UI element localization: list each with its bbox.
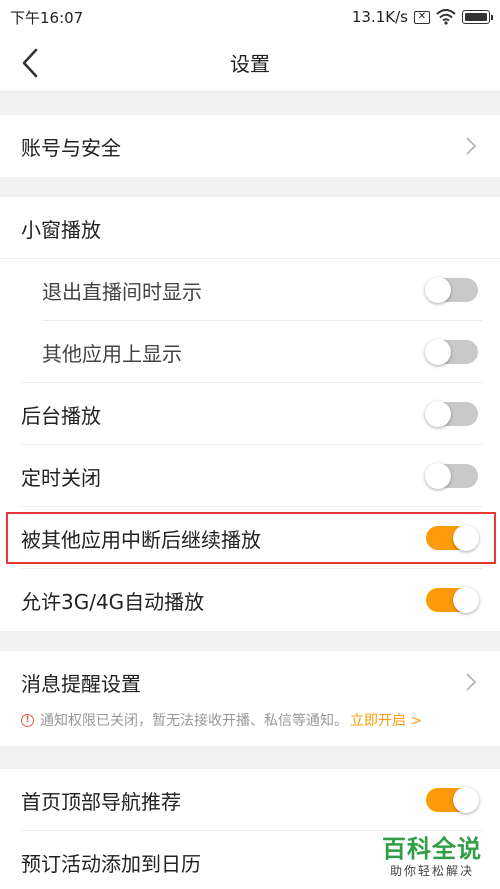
top-nav-recommend-toggle[interactable] xyxy=(426,787,479,813)
notification-settings-item[interactable]: 消息提醒设置 xyxy=(0,651,500,713)
allow-mobile-autoplay-item: 允许3G/4G自动播放 xyxy=(0,569,500,631)
watermark-subtitle: 助你轻松解决 xyxy=(389,864,474,878)
open-now-link[interactable]: 立即开启 > xyxy=(350,710,422,730)
playback-section: 小窗播放 退出直播间时显示 其他应用上显示 后台播放 定时关闭 被其他应用中断后… xyxy=(0,197,500,631)
account-security-label: 账号与安全 xyxy=(21,135,121,160)
background-play-item: 后台播放 xyxy=(0,383,500,445)
status-time: 下午16:07 xyxy=(10,8,84,27)
notice-text: 通知权限已关闭，暂无法接收开播、私信等通知。 xyxy=(40,713,348,729)
exclamation-circle-icon: ! xyxy=(21,713,34,727)
notification-settings-label: 消息提醒设置 xyxy=(21,671,141,696)
resume-after-interrupt-label: 被其他应用中断后继续播放 xyxy=(21,527,261,552)
other-apps-display-toggle[interactable] xyxy=(425,339,478,365)
top-nav-recommend-label: 首页顶部导航推荐 xyxy=(21,789,181,814)
watermark: 百科全说 助你轻松解决 xyxy=(382,829,482,879)
chevron-right-icon xyxy=(466,673,477,691)
battery-icon xyxy=(462,10,493,24)
other-apps-display-item: 其他应用上显示 xyxy=(0,321,500,383)
mini-window-label: 小窗播放 xyxy=(21,217,101,242)
back-button[interactable] xyxy=(14,46,46,80)
exit-live-room-display-toggle[interactable] xyxy=(425,277,478,303)
background-play-toggle[interactable] xyxy=(425,401,478,427)
exit-live-room-display-label: 退出直播间时显示 xyxy=(42,279,202,304)
add-to-calendar-label: 预订活动添加到日历 xyxy=(21,851,201,876)
chevron-left-icon xyxy=(22,48,38,78)
account-security-item[interactable]: 账号与安全 xyxy=(0,115,500,177)
network-speed: 13.1K/s xyxy=(351,8,408,26)
chevron-right-icon xyxy=(466,137,477,155)
allow-mobile-autoplay-label: 允许3G/4G自动播放 xyxy=(21,589,205,614)
resume-after-interrupt-item: 被其他应用中断后继续播放 xyxy=(0,507,500,569)
page-title: 设置 xyxy=(230,52,270,76)
account-section: 账号与安全 xyxy=(0,115,500,177)
top-nav-recommend-item: 首页顶部导航推荐 xyxy=(0,769,500,831)
sim-x-icon: ✕ xyxy=(414,10,430,24)
mini-window-header: 小窗播放 xyxy=(0,197,500,259)
nav-bar: 设置 xyxy=(0,34,500,92)
other-apps-display-label: 其他应用上显示 xyxy=(42,341,182,366)
allow-mobile-autoplay-toggle[interactable] xyxy=(426,587,479,613)
timed-close-label: 定时关闭 xyxy=(21,465,101,490)
notifications-section: 消息提醒设置 ! 通知权限已关闭，暂无法接收开播、私信等通知。 立即开启 > xyxy=(0,651,500,746)
watermark-title: 百科全说 xyxy=(382,835,482,863)
resume-after-interrupt-toggle[interactable] xyxy=(426,525,479,551)
timed-close-toggle[interactable] xyxy=(425,463,478,489)
status-bar: 下午16:07 13.1K/s ✕ xyxy=(0,0,500,34)
wifi-icon xyxy=(436,9,456,25)
exit-live-room-display-item: 退出直播间时显示 xyxy=(0,259,500,321)
background-play-label: 后台播放 xyxy=(21,403,101,428)
timed-close-item: 定时关闭 xyxy=(0,445,500,507)
status-indicators: 13.1K/s ✕ xyxy=(351,8,493,26)
